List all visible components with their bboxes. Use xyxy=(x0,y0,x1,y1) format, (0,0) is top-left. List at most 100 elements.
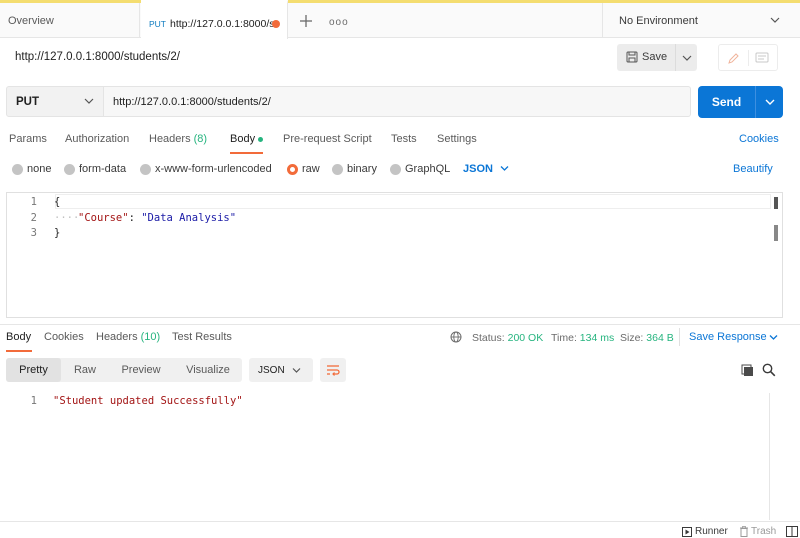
save-options-button[interactable] xyxy=(675,44,697,71)
editor-scrollbar-thumb[interactable] xyxy=(774,197,778,209)
current-line-highlight xyxy=(55,194,771,209)
send-button-group: Send xyxy=(698,86,783,118)
request-body-editor[interactable]: 1 { 2 ···· "Course": "Data Analysis" 3 } xyxy=(6,192,783,318)
tab-pre-request-script[interactable]: Pre-request Script xyxy=(283,133,372,145)
save-response-button[interactable]: Save Response xyxy=(689,331,767,343)
tab-body[interactable]: Body xyxy=(230,133,255,145)
tab-headers-label: Headers xyxy=(149,133,191,145)
response-format-select[interactable]: JSON xyxy=(249,358,313,382)
radio-none[interactable] xyxy=(12,164,23,175)
indent-dots: ···· xyxy=(54,212,80,224)
size-label: Size: xyxy=(620,332,644,344)
save-icon xyxy=(626,51,638,63)
divider xyxy=(748,50,749,66)
response-tab-test-results[interactable]: Test Results xyxy=(172,331,232,343)
url-value: http://127.0.0.1:8000/students/2/ xyxy=(113,96,271,108)
view-preview-button[interactable]: Preview xyxy=(109,358,173,382)
chevron-down-icon xyxy=(84,98,94,104)
tab-method-label: PUT xyxy=(149,19,166,29)
tab-active-request[interactable]: PUT http://127.0.0.1:8000/st xyxy=(141,0,288,39)
save-button-group: Save xyxy=(617,44,697,71)
editor-scrollbar[interactable] xyxy=(773,195,779,317)
radio-binary[interactable] xyxy=(332,164,343,175)
view-visualize-button[interactable]: Visualize xyxy=(175,358,241,382)
tab-bar: Overview PUT http://127.0.0.1:8000/st ooo… xyxy=(0,0,800,39)
radio-raw[interactable] xyxy=(287,164,298,175)
radio-graphql[interactable] xyxy=(390,164,401,175)
response-tab-headers-count: (10) xyxy=(140,331,161,343)
line-number: 1 xyxy=(30,395,37,407)
wrap-lines-icon xyxy=(327,365,340,376)
response-tab-headers-label: Headers xyxy=(96,331,138,343)
tab-title: http://127.0.0.1:8000/st xyxy=(170,18,278,30)
view-raw-button[interactable]: Raw xyxy=(63,358,107,382)
time-info[interactable]: Time: 134 ms xyxy=(551,332,614,344)
cookies-link[interactable]: Cookies xyxy=(739,133,779,145)
size-value: 364 B xyxy=(646,332,674,344)
search-icon[interactable] xyxy=(762,363,776,377)
tab-settings[interactable]: Settings xyxy=(437,133,477,145)
chevron-down-icon xyxy=(770,17,780,23)
runner-button[interactable]: Runner xyxy=(695,526,728,537)
beautify-button[interactable]: Beautify xyxy=(733,163,773,175)
editor-scrollbar-thumb[interactable] xyxy=(774,225,778,241)
new-tab-plus-icon[interactable] xyxy=(298,13,314,29)
json-key: "Course" xyxy=(78,212,129,224)
response-tab-body[interactable]: Body xyxy=(6,331,31,343)
radio-raw-label: raw xyxy=(302,163,320,175)
radio-form-data[interactable] xyxy=(64,164,75,175)
tab-headers[interactable]: Headers (8) xyxy=(149,133,207,145)
more-tabs-icon[interactable]: ooo xyxy=(329,17,349,28)
wrap-lines-button[interactable] xyxy=(320,358,346,382)
divider xyxy=(679,328,680,346)
tab-params[interactable]: Params xyxy=(9,133,47,145)
status-label: Status: xyxy=(472,332,505,344)
view-pretty-button[interactable]: Pretty xyxy=(6,358,61,382)
environment-select[interactable]: No Environment xyxy=(602,3,800,38)
tab-overview[interactable]: Overview xyxy=(0,3,140,38)
response-line: "Student updated Successfully" xyxy=(53,395,243,407)
body-active-dot-icon xyxy=(258,137,263,142)
line-number: 3 xyxy=(30,227,37,239)
url-input[interactable]: http://127.0.0.1:8000/students/2/ xyxy=(104,86,691,117)
response-divider[interactable] xyxy=(0,324,800,325)
code-line: "Course": "Data Analysis" xyxy=(78,212,236,224)
size-info[interactable]: Size: 364 B xyxy=(620,332,674,344)
unsaved-dot-icon xyxy=(272,20,280,28)
line-number: 2 xyxy=(30,212,37,224)
body-format-select[interactable]: JSON xyxy=(463,163,493,175)
two-pane-icon[interactable] xyxy=(786,526,798,537)
method-label: PUT xyxy=(16,96,39,108)
code-line: { xyxy=(54,196,61,208)
time-label: Time: xyxy=(551,332,577,344)
request-title[interactable]: http://127.0.0.1:8000/students/2/ xyxy=(15,51,180,63)
send-options-button[interactable] xyxy=(755,86,783,118)
tab-body-underline xyxy=(230,152,263,154)
radio-urlencoded[interactable] xyxy=(140,164,151,175)
code-line: } xyxy=(54,227,61,239)
comment-icon[interactable] xyxy=(755,52,769,65)
tab-tests[interactable]: Tests xyxy=(391,133,417,145)
radio-binary-label: binary xyxy=(347,163,377,175)
tab-authorization[interactable]: Authorization xyxy=(65,133,129,145)
chevron-down-icon xyxy=(682,55,692,61)
save-label: Save xyxy=(642,51,668,63)
time-value: 134 ms xyxy=(579,332,615,344)
status-info[interactable]: Status: 200 OK xyxy=(472,332,543,344)
response-tab-cookies[interactable]: Cookies xyxy=(44,331,84,343)
radio-none-label: none xyxy=(27,163,52,175)
radio-urlencoded-label: x-www-form-urlencoded xyxy=(155,163,272,175)
runner-icon xyxy=(682,527,692,537)
globe-icon[interactable] xyxy=(450,331,462,343)
save-button[interactable]: Save xyxy=(617,44,674,71)
pencil-icon[interactable] xyxy=(727,52,740,65)
radio-graphql-label: GraphQL xyxy=(405,163,451,175)
chevron-down-icon xyxy=(292,368,301,373)
response-scrollbar[interactable] xyxy=(769,393,770,520)
response-format-label: JSON xyxy=(258,365,285,376)
send-button[interactable]: Send xyxy=(698,86,755,118)
response-tab-headers[interactable]: Headers (10) xyxy=(96,331,160,343)
tab-overview-label: Overview xyxy=(8,15,54,27)
copy-icon[interactable] xyxy=(741,364,754,377)
trash-button[interactable]: Trash xyxy=(751,526,776,537)
